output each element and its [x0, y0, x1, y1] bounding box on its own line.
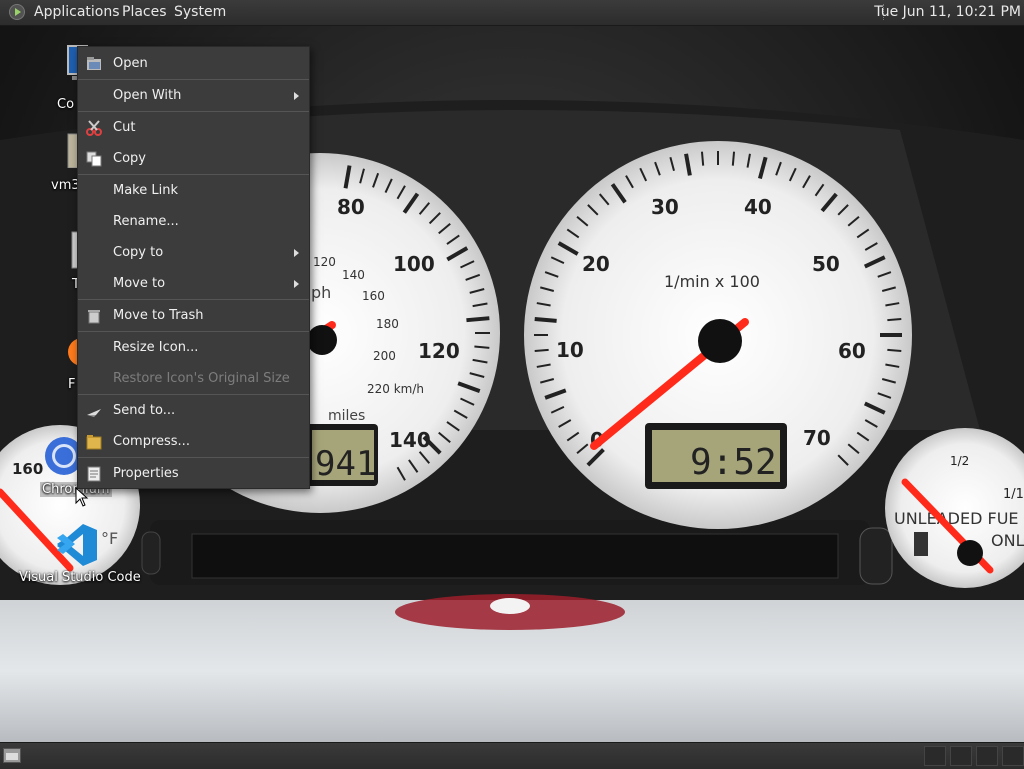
- top-panel: Applications Places System Tue Jun 11, 1…: [0, 0, 1024, 26]
- tacho-label-30: 30: [651, 195, 679, 219]
- speedo-label-80: 80: [337, 195, 365, 219]
- tacho-tick: [731, 151, 736, 166]
- odometer: 941: [315, 444, 376, 484]
- mouse-cursor-icon: [75, 487, 89, 507]
- speedo-kmh-140: 140: [342, 268, 365, 282]
- tacho-tick: [887, 348, 902, 353]
- archive-icon: [86, 435, 102, 450]
- workspace-switcher-1[interactable]: [924, 746, 946, 766]
- menu-item-open[interactable]: Open: [78, 48, 309, 79]
- tacho-label-60: 60: [838, 339, 866, 363]
- tacho-label-20: 20: [582, 252, 610, 276]
- workspace-switcher-2[interactable]: [950, 746, 972, 766]
- menu-item-rename-label: Rename...: [113, 214, 179, 229]
- speedo-label-140: 140: [389, 428, 431, 452]
- properties-icon: [87, 466, 101, 482]
- desktop-icon-label-firefox: F: [68, 377, 76, 392]
- menu-item-rename[interactable]: Rename...: [78, 206, 309, 237]
- fuel-text-line1: UNLEADED FUE: [894, 509, 1019, 528]
- desktop-icon-vscode[interactable]: Visual Studio Code: [17, 520, 141, 585]
- show-desktop-icon[interactable]: [3, 748, 21, 763]
- menu-item-resize-icon[interactable]: Resize Icon...: [78, 332, 309, 363]
- clock[interactable]: Tue Jun 11, 10:21 PM: [874, 4, 1021, 20]
- tacho-clock: 9:52: [690, 442, 777, 483]
- speedo-label-100: 100: [393, 252, 435, 276]
- speedo-tick: [466, 316, 490, 323]
- menu-item-send-to[interactable]: Send to...: [78, 395, 309, 426]
- menu-item-move-to-trash-label: Move to Trash: [113, 308, 204, 323]
- tacho-label-70: 70: [803, 426, 831, 450]
- menu-system[interactable]: System: [174, 4, 226, 20]
- menu-item-properties-label: Properties: [113, 466, 179, 481]
- tacho-tick: [700, 151, 705, 166]
- tachometer-gauge: 0 10 20 30 40 50 60 70 1/min x 100 9:52: [524, 141, 912, 529]
- tacho-label-50: 50: [812, 252, 840, 276]
- tacho-tick: [534, 316, 557, 323]
- workspace-switcher-4[interactable]: [1002, 746, 1024, 766]
- desktop-icon-label-vscode: Visual Studio Code: [19, 570, 141, 585]
- menu-item-move-to-label: Move to: [113, 276, 166, 291]
- speedo-kmh-160: 160: [362, 289, 385, 303]
- menu-item-copy-to[interactable]: Copy to: [78, 237, 309, 268]
- fuel-pump-icon: [914, 532, 928, 556]
- tacho-label-10: 10: [556, 338, 584, 362]
- open-icon: [87, 57, 101, 70]
- tacho-tick: [887, 317, 902, 322]
- tacho-unit: 1/min x 100: [664, 272, 760, 291]
- menu-item-cut[interactable]: Cut: [78, 112, 309, 143]
- speedo-tick: [474, 345, 490, 349]
- speedo-kmh-120: 120: [313, 255, 336, 269]
- menu-item-cut-label: Cut: [113, 120, 136, 135]
- menu-item-restore-icon-size-label: Restore Icon's Original Size: [113, 371, 290, 386]
- menu-item-open-label: Open: [113, 56, 148, 71]
- main-menu-logo-icon[interactable]: [9, 4, 25, 20]
- scissors-icon: [86, 120, 102, 136]
- copy-icon: [86, 151, 102, 167]
- menu-item-move-to-trash[interactable]: Move to Trash: [78, 300, 309, 331]
- desktop-context-menu: Open Open With Cut Copy Make Link Rename…: [77, 46, 310, 489]
- speedo-unit: ph: [311, 283, 331, 302]
- fuel-text-line2: ONL: [991, 531, 1024, 550]
- menu-item-send-to-label: Send to...: [113, 403, 176, 418]
- menu-item-make-link-label: Make Link: [113, 183, 178, 198]
- menu-item-copy-label: Copy: [113, 151, 146, 166]
- desktop-icon-label-computer: Co: [57, 97, 75, 112]
- menu-item-move-to[interactable]: Move to: [78, 268, 309, 299]
- fuel-label-full: 1/1: [1003, 487, 1024, 502]
- send-icon: [87, 409, 101, 417]
- speedo-miles: miles: [328, 408, 365, 424]
- menu-places[interactable]: Places: [122, 4, 167, 20]
- menu-item-copy-to-label: Copy to: [113, 245, 164, 260]
- speedo-kmh-200: 200: [373, 349, 396, 363]
- tacho-label-40: 40: [744, 195, 772, 219]
- menu-item-copy[interactable]: Copy: [78, 143, 309, 174]
- speedo-label-120: 120: [418, 339, 460, 363]
- menu-item-make-link[interactable]: Make Link: [78, 175, 309, 206]
- trash-icon: [88, 310, 100, 324]
- speedo-kmh-180: 180: [376, 317, 399, 331]
- speedo-kmh-220: 220 km/h: [367, 382, 424, 396]
- menu-item-restore-icon-size: Restore Icon's Original Size: [78, 363, 309, 394]
- workspace-switcher-3[interactable]: [976, 746, 998, 766]
- menu-item-compress[interactable]: Compress...: [78, 426, 309, 457]
- fuel-label-half: 1/2: [950, 454, 969, 468]
- submenu-arrow-icon: [294, 92, 299, 100]
- tacho-tick: [534, 348, 549, 353]
- desktop-icon-label-home: vm3: [51, 178, 80, 193]
- menu-item-compress-label: Compress...: [113, 434, 190, 449]
- vscode-icon: [57, 524, 97, 566]
- menu-item-open-with-label: Open With: [113, 88, 182, 103]
- menu-item-resize-icon-label: Resize Icon...: [113, 340, 199, 355]
- menu-item-properties[interactable]: Properties: [78, 458, 309, 489]
- bottom-panel: [0, 742, 1024, 769]
- submenu-arrow-icon: [294, 249, 299, 257]
- submenu-arrow-icon: [294, 280, 299, 288]
- menu-applications[interactable]: Applications: [34, 4, 120, 20]
- menu-item-open-with[interactable]: Open With: [78, 80, 309, 111]
